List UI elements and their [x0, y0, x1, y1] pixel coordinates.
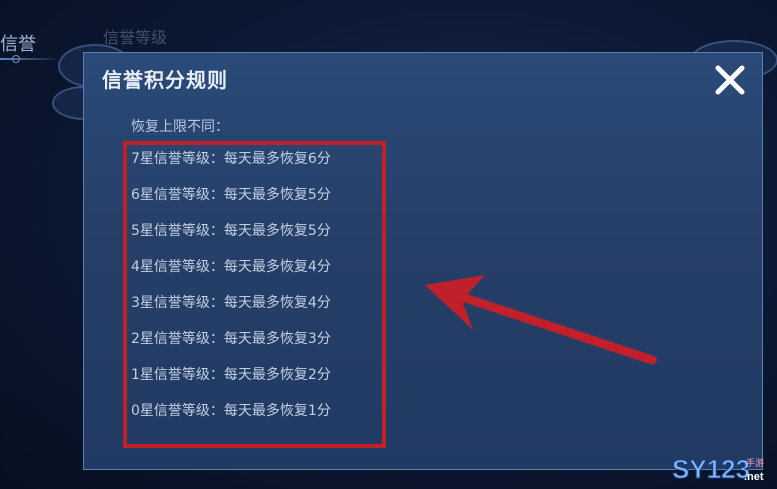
rules-list: 7星信誉等级：每天最多恢复6分 6星信誉等级：每天最多恢复5分 5星信誉等级：每… [131, 150, 331, 438]
rules-subtitle: 恢复上限不同： [131, 119, 229, 135]
dialog-title: 信誉积分规则 [102, 68, 228, 92]
site-watermark-logo: SY123 手游 .net [672, 452, 772, 486]
tab-credit[interactable]: 信誉 [0, 30, 36, 56]
rule-item: 1星信誉等级：每天最多恢复2分 [131, 367, 331, 383]
svg-text:SY123: SY123 [672, 454, 750, 484]
svg-text:手游: 手游 [746, 457, 764, 469]
rule-item: 2星信誉等级：每天最多恢复3分 [131, 331, 331, 347]
rule-item: 5星信誉等级：每天最多恢复5分 [131, 223, 331, 239]
rule-item: 0星信誉等级：每天最多恢复1分 [131, 403, 331, 419]
tab-underline [0, 58, 60, 60]
rule-item: 3星信誉等级：每天最多恢复4分 [131, 295, 331, 311]
game-screen: 信誉 信誉等级 信誉积分规则 恢复上限不同： 7星信誉等级：每天最多恢复6分 6… [0, 0, 777, 489]
rule-item: 7星信誉等级：每天最多恢复6分 [131, 151, 331, 167]
tab-dot-icon [12, 55, 20, 63]
rule-item: 6星信誉等级：每天最多恢复5分 [131, 187, 331, 203]
tab-credit-level[interactable]: 信誉等级 [103, 24, 167, 48]
close-button[interactable] [710, 60, 750, 100]
close-icon [715, 65, 745, 95]
svg-text:.net: .net [744, 471, 764, 483]
rule-item: 4星信誉等级：每天最多恢复4分 [131, 259, 331, 275]
